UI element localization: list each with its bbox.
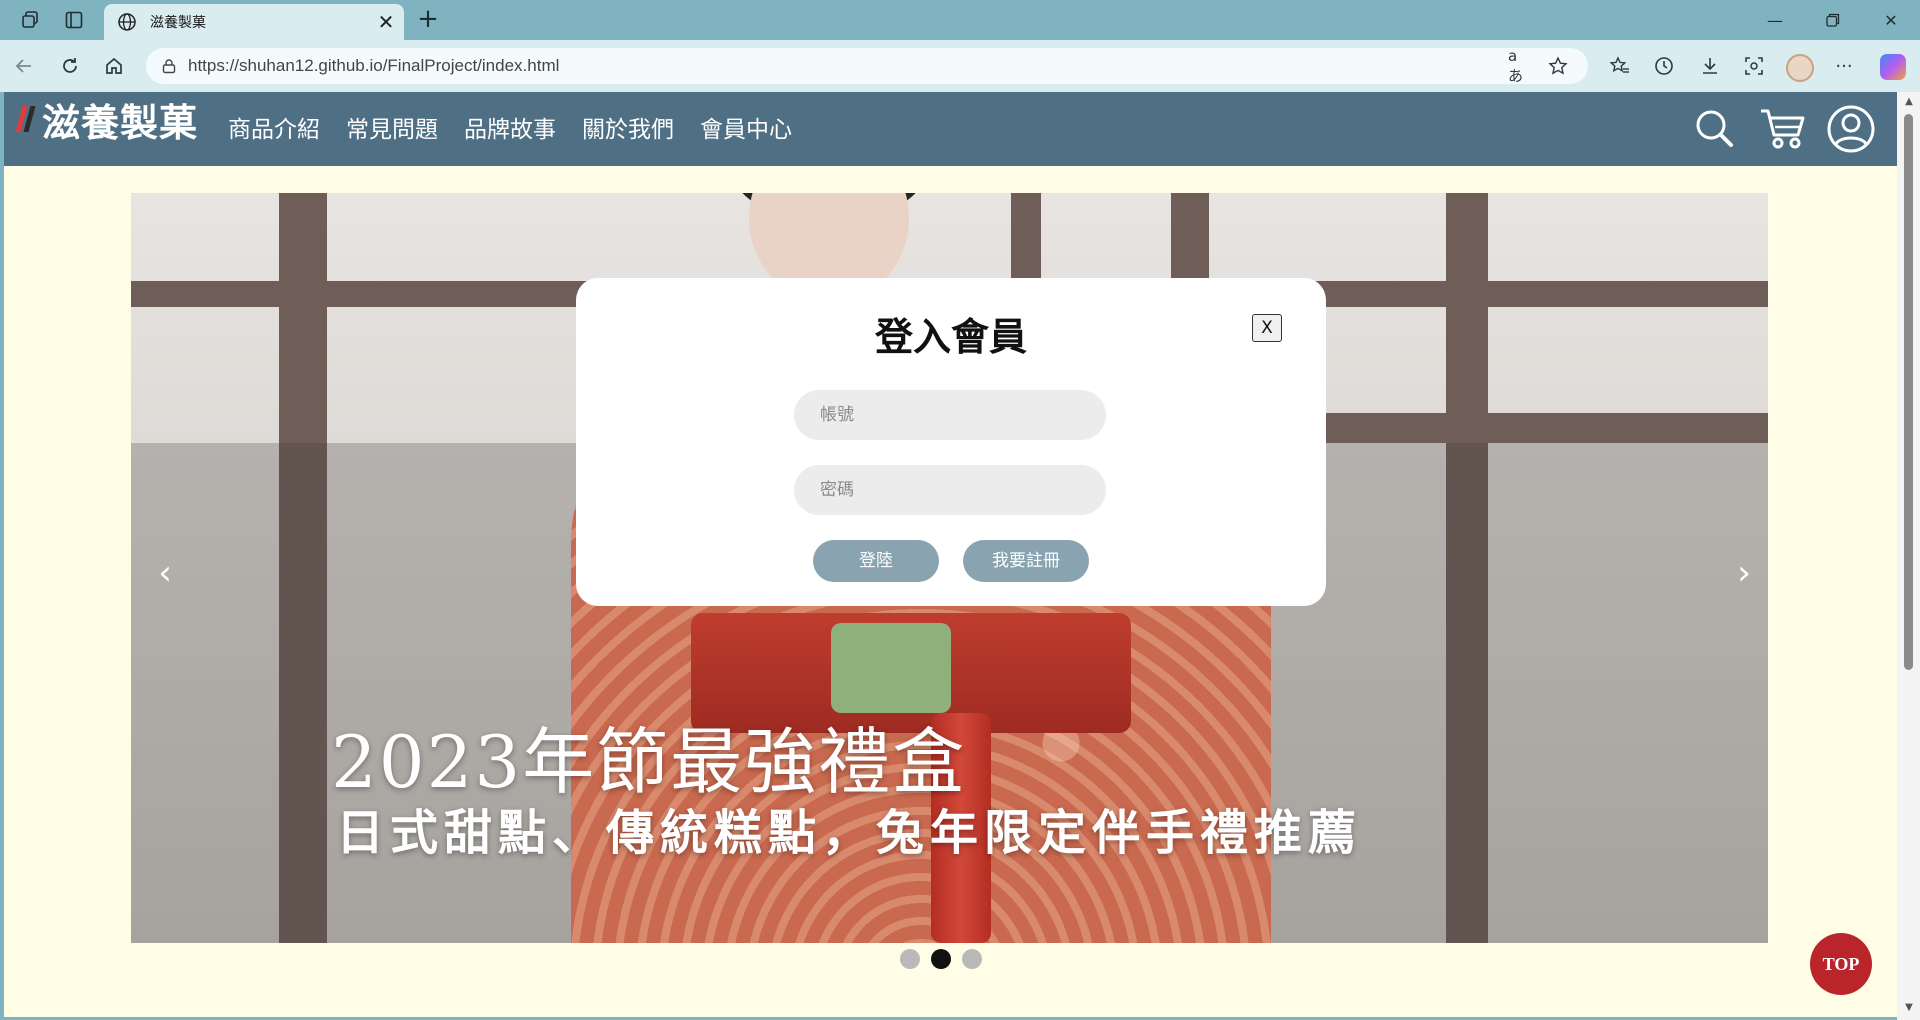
tab-title: 滋養製菓 (150, 15, 206, 31)
login-button[interactable]: 登陸 (813, 540, 939, 582)
carousel-indicators (900, 949, 993, 969)
back-icon[interactable] (10, 52, 38, 80)
user-account-icon[interactable] (1826, 104, 1876, 154)
history-icon[interactable] (1650, 52, 1678, 80)
more-options-icon[interactable]: ··· (1830, 52, 1858, 80)
favorite-star-icon[interactable] (1546, 54, 1570, 78)
minimize-icon[interactable]: — (1752, 6, 1798, 34)
site-logo[interactable]: 滋養製菓 (15, 98, 198, 145)
globe-icon (116, 11, 138, 33)
new-tab-icon[interactable]: + (414, 6, 442, 34)
nav-member-center[interactable]: 會員中心 (700, 110, 792, 144)
search-icon[interactable] (1690, 104, 1740, 154)
password-input[interactable] (794, 465, 1106, 515)
nav-brand-story[interactable]: 品牌故事 (464, 110, 556, 144)
modal-close-button[interactable]: X (1252, 314, 1282, 342)
cart-icon[interactable] (1758, 104, 1808, 154)
scroll-up-icon[interactable]: ▲ (1903, 96, 1915, 108)
carousel-dot[interactable] (900, 949, 920, 969)
nav-faq[interactable]: 常見問題 (346, 110, 438, 144)
close-tab-icon[interactable]: ✕ (372, 8, 400, 36)
address-bar[interactable]: https://shuhan12.github.io/FinalProject/… (146, 47, 1588, 85)
modal-title: 登入會員 (874, 315, 1027, 359)
account-input[interactable] (794, 390, 1106, 440)
lock-icon[interactable] (158, 55, 180, 77)
nav-about-us[interactable]: 關於我們 (582, 110, 674, 144)
browser-tabbar: 滋養製菓 ✕ + — ✕ (0, 0, 1920, 40)
back-to-top-button[interactable]: TOP (1810, 933, 1872, 995)
url-text[interactable]: https://shuhan12.github.io/FinalProject/… (188, 56, 1588, 76)
home-icon[interactable] (100, 52, 128, 80)
carousel-prev-button[interactable]: ‹ (147, 553, 183, 593)
logo-text: 滋養製菓 (42, 99, 199, 145)
browser-tab[interactable]: 滋養製菓 ✕ (104, 4, 404, 40)
close-window-icon[interactable]: ✕ (1868, 6, 1914, 34)
tab-actions-icon[interactable] (62, 8, 86, 32)
login-modal: 登入會員 X 登陸 我要註冊 (576, 278, 1326, 606)
screenshot-icon[interactable] (1740, 52, 1768, 80)
workspaces-icon[interactable] (18, 8, 42, 32)
main-nav: 商品介紹 常見問題 品牌故事 關於我們 會員中心 (228, 110, 818, 144)
favorites-icon[interactable] (1606, 52, 1634, 80)
copilot-icon[interactable] (1880, 54, 1906, 80)
carousel-dot-active[interactable] (931, 949, 951, 969)
carousel-dot[interactable] (962, 949, 982, 969)
nav-products[interactable]: 商品介紹 (228, 110, 320, 144)
restore-icon[interactable] (1810, 6, 1856, 34)
banner-subtitle: 日式甜點、傳統糕點，兔年限定伴手禮推薦 (336, 805, 1363, 861)
scroll-down-icon[interactable]: ▼ (1903, 1002, 1915, 1014)
carousel-next-button[interactable]: › (1726, 553, 1762, 593)
register-button[interactable]: 我要註冊 (963, 540, 1089, 582)
page-scrollbar[interactable]: ▲ ▼ (1897, 92, 1920, 1020)
logo-mark (15, 104, 36, 134)
read-aloud-icon[interactable]: aあ (1508, 47, 1532, 85)
browser-toolbar: https://shuhan12.github.io/FinalProject/… (0, 40, 1920, 92)
scroll-thumb[interactable] (1904, 114, 1913, 670)
profile-avatar[interactable] (1786, 54, 1814, 82)
site-header: 滋養製菓 商品介紹 常見問題 品牌故事 關於我們 會員中心 (4, 92, 1897, 166)
page-viewport: 滋養製菓 商品介紹 常見問題 品牌故事 關於我們 會員中心 2023年節最強禮盒… (4, 92, 1897, 1017)
refresh-icon[interactable] (56, 52, 84, 80)
download-icon[interactable] (1696, 52, 1724, 80)
